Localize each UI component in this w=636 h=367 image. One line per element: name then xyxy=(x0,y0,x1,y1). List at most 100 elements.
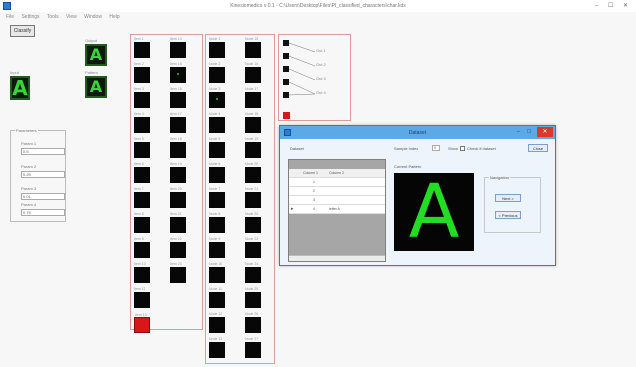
thumbnail[interactable]: Node 4 xyxy=(209,112,225,133)
thumbnail[interactable]: Node 26 xyxy=(245,312,261,333)
grid-horizontal-scrollbar[interactable] xyxy=(289,255,385,261)
connection-lines xyxy=(288,42,316,96)
grid-cell: letter A xyxy=(329,207,340,211)
output-label: Out 1 xyxy=(316,48,326,53)
output-neuron-active[interactable] xyxy=(283,112,290,119)
checkbox-label: Check if dataset xyxy=(467,146,496,151)
navigation-label: Navigation xyxy=(489,175,510,180)
thumbnail[interactable]: Item 6 xyxy=(134,162,150,183)
previous-button[interactable]: < Previous xyxy=(495,211,521,219)
grid-header: Column 1 Column 2 xyxy=(289,169,385,178)
thumb-column-3: Node 1 Node 2 Node 3 Node 4 Node 5 Node … xyxy=(209,37,225,367)
dataset-label: Dataset xyxy=(290,146,304,151)
thumbnail[interactable]: Item 2 xyxy=(134,62,150,83)
output-letter-icon[interactable]: A xyxy=(85,44,107,66)
grid-cell: 3 xyxy=(313,198,315,202)
maximize-icon[interactable]: ☐ xyxy=(527,129,535,135)
close-button[interactable]: Close xyxy=(528,144,548,152)
dialog-title-bar[interactable]: Dataset – ☐ ✕ xyxy=(280,126,555,139)
thumbnail[interactable]: Node 24 xyxy=(245,262,261,283)
thumbnail[interactable]: Node 17 xyxy=(245,87,261,108)
thumbnail[interactable]: Item 9 xyxy=(134,237,150,258)
classify-button[interactable]: Classify xyxy=(10,25,35,37)
grid-cell: 2 xyxy=(313,189,315,193)
thumbnail[interactable]: Node 27 xyxy=(245,337,261,358)
minimize-icon[interactable]: – xyxy=(517,129,525,135)
menu-bar: File Settings Tools View Window Help xyxy=(0,12,636,22)
param-4-field[interactable]: 0.75 xyxy=(21,209,65,216)
thumbnail[interactable]: Node 8 xyxy=(209,212,225,233)
thumbnail[interactable]: Node 2 xyxy=(209,62,225,83)
menu-tools[interactable]: Tools xyxy=(47,14,59,20)
output-label: Out 3 xyxy=(316,76,326,81)
pattern-preview: A xyxy=(394,173,474,251)
output-icon-label: Output xyxy=(85,38,98,43)
thumbnail[interactable]: Item 8 xyxy=(134,212,150,233)
dialog-title: Dataset xyxy=(408,130,427,136)
dataset-checkbox[interactable] xyxy=(460,146,465,151)
menu-window[interactable]: Window xyxy=(84,14,102,20)
menu-help[interactable]: Help xyxy=(109,14,119,20)
thumbnail[interactable]: Item 22 xyxy=(170,237,186,258)
close-icon[interactable]: ✕ xyxy=(537,127,553,137)
thumbnail[interactable]: Item 4 xyxy=(134,112,150,133)
thumbnail[interactable]: Item 21 xyxy=(170,212,186,233)
sample-index-field[interactable]: 0 xyxy=(432,145,440,151)
thumbnail[interactable]: Item 19 xyxy=(170,162,186,183)
table-row[interactable]: 2 xyxy=(289,187,385,196)
thumbnail[interactable]: Node 23 xyxy=(245,237,261,258)
input-letter-icon[interactable]: A xyxy=(10,76,30,100)
window-controls[interactable]: – ☐ ✕ xyxy=(595,2,632,9)
thumbnail[interactable]: Item 14 xyxy=(170,37,186,58)
menu-file[interactable]: File xyxy=(6,14,14,20)
table-row[interactable]: ▸ 4 letter A xyxy=(289,205,385,214)
table-row[interactable]: 3 xyxy=(289,196,385,205)
thumbnail[interactable]: Item 11 xyxy=(134,287,150,308)
table-row[interactable]: 1 xyxy=(289,178,385,187)
param-2-field[interactable]: 0.25 xyxy=(21,171,65,178)
thumbnail[interactable]: Node 9 xyxy=(209,237,225,258)
thumbnail[interactable]: Item 1 xyxy=(134,37,150,58)
thumbnail[interactable]: Node 3 xyxy=(209,87,225,108)
thumbnail[interactable]: Node 5 xyxy=(209,137,225,158)
thumbnail[interactable]: Item 23 xyxy=(170,262,186,283)
thumbnail[interactable]: Node 7 xyxy=(209,187,225,208)
pattern-letter-icon[interactable]: A xyxy=(85,76,107,98)
thumbnail[interactable]: Node 15 xyxy=(245,37,261,58)
thumbnail[interactable]: Node 13 xyxy=(209,337,225,358)
thumbnail[interactable]: Node 22 xyxy=(245,212,261,233)
dataset-dialog: Dataset – ☐ ✕ Dataset Sample index 0 Sho… xyxy=(279,125,556,266)
thumbnail[interactable]: Node 16 xyxy=(245,62,261,83)
sample-index-label: Sample index xyxy=(394,146,419,151)
thumbnail[interactable]: Node 10 xyxy=(209,262,225,283)
thumbnail[interactable]: Node 18 xyxy=(245,112,261,133)
selected-red-thumbnail[interactable]: Item 13 xyxy=(134,313,150,333)
thumbnail[interactable]: Node 1 xyxy=(209,37,225,58)
thumbnail[interactable]: Item 5 xyxy=(134,137,150,158)
menu-view[interactable]: View xyxy=(66,14,77,20)
thumbnail[interactable]: Node 11 xyxy=(209,287,225,308)
thumbnail[interactable]: Item 7 xyxy=(134,187,150,208)
thumbnail[interactable]: Node 12 xyxy=(209,312,225,333)
param-3-label: Param 3 xyxy=(21,186,37,191)
thumbnail[interactable]: Item 18 xyxy=(170,137,186,158)
menu-settings[interactable]: Settings xyxy=(21,14,39,20)
thumbnail[interactable]: Node 6 xyxy=(209,162,225,183)
thumbnail[interactable]: Item 10 xyxy=(134,262,150,283)
thumbnail[interactable]: Node 21 xyxy=(245,187,261,208)
param-2-label: Param 2 xyxy=(21,164,37,169)
thumbnail[interactable]: Item 17 xyxy=(170,112,186,133)
param-1-field[interactable]: 0.5 xyxy=(21,148,65,155)
param-3-field[interactable]: 0.01 xyxy=(21,193,65,200)
input-icon-label: Input xyxy=(10,70,19,75)
next-button[interactable]: Next > xyxy=(495,194,521,202)
thumbnail[interactable]: Item 16 xyxy=(170,87,186,108)
thumbnail[interactable]: Item 15 xyxy=(170,62,186,83)
thumbnail[interactable]: Item 20 xyxy=(170,187,186,208)
grid-header-col1: Column 1 xyxy=(303,171,318,175)
thumbnail[interactable]: Node 19 xyxy=(245,137,261,158)
row-pointer-icon: ▸ xyxy=(291,206,294,212)
thumbnail[interactable]: Node 20 xyxy=(245,162,261,183)
thumbnail[interactable]: Node 25 xyxy=(245,287,261,308)
thumbnail[interactable]: Item 3 xyxy=(134,87,150,108)
